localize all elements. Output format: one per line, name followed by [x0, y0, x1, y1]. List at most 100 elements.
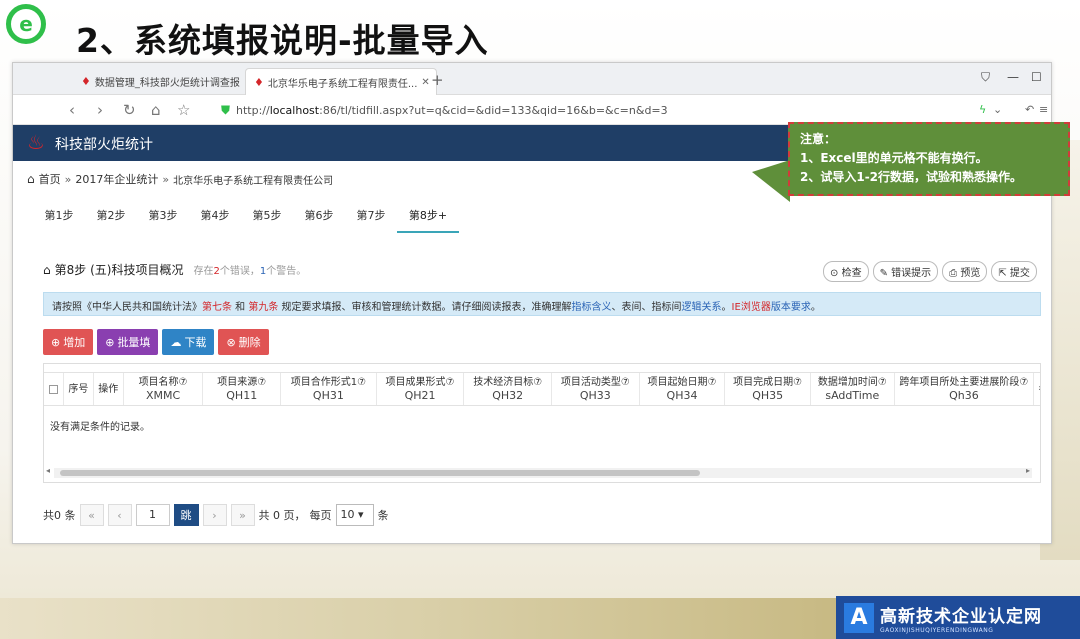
- status-text: 存在2个错误，1个警告。: [193, 266, 307, 277]
- download-button[interactable]: ☁ 下载: [162, 329, 215, 355]
- undo-icon[interactable]: ↶: [1025, 103, 1034, 116]
- slide-title: 2、系统填报说明-批量导入: [76, 21, 489, 60]
- tab-step-5[interactable]: 第5步: [241, 207, 293, 233]
- column-header[interactable]: 项目活动类型⑦ QH33: [552, 373, 640, 405]
- external-icon: ⇱: [998, 268, 1007, 279]
- select-all-checkbox[interactable]: [44, 373, 64, 405]
- chevron-down-icon[interactable]: ⌄: [993, 103, 1002, 116]
- tab-bar: ♦ 数据管理_科技部火炬统计调查报 ♦ 北京华乐电子系统工程有限责任... ✕ …: [13, 63, 1051, 95]
- scroll-left-icon[interactable]: ◂: [46, 466, 50, 475]
- minimize-icon[interactable]: —: [1007, 70, 1019, 84]
- tab-step-1[interactable]: 第1步: [33, 207, 85, 233]
- watermark-name: 高新技术企业认定网: [880, 606, 1042, 627]
- cloud-download-icon: ☁: [170, 335, 182, 349]
- callout-title: 注意：: [800, 132, 837, 146]
- batch-fill-button[interactable]: ⊕ 批量填: [97, 329, 159, 355]
- go-button[interactable]: 跳: [173, 504, 199, 526]
- home-icon: ⌂: [43, 262, 51, 277]
- column-header[interactable]: 项目完成日期⑦ QH35: [725, 373, 811, 405]
- error-tip-button[interactable]: ✎ 错误提示: [872, 261, 939, 282]
- address-bar[interactable]: ⛊ http://localhost:86/tl/tidfill.aspx?ut…: [221, 99, 973, 121]
- new-tab-button[interactable]: +: [431, 71, 444, 89]
- next-page-button[interactable]: ›: [202, 504, 227, 526]
- submit-button[interactable]: ⇱ 提交: [991, 261, 1037, 282]
- home-icon: ⌂: [27, 172, 35, 186]
- horizontal-scrollbar[interactable]: ◂ ▸: [46, 466, 1032, 478]
- forward-icon[interactable]: ›: [97, 101, 103, 119]
- column-header[interactable]: 技术经济目标⑦ QH32: [464, 373, 553, 405]
- step-tabs: 第1步 第2步 第3步 第4步 第5步 第6步 第7步 第8步+: [33, 207, 459, 233]
- total-pages: 共 0 页，: [258, 509, 306, 522]
- link-logic[interactable]: 逻辑关系: [682, 302, 722, 313]
- remove-icon: ⊗: [226, 335, 236, 349]
- check-icon: ⊙: [830, 268, 839, 279]
- reload-icon[interactable]: ↻: [123, 101, 136, 119]
- delete-button[interactable]: ⊗ 删除: [218, 329, 269, 355]
- breadcrumb-year[interactable]: 2017年企业统计: [75, 171, 158, 187]
- tab-label: 北京华乐电子系统工程有限责任...: [267, 78, 418, 90]
- per-page-label: 每页: [309, 509, 332, 522]
- scroll-right-icon[interactable]: ▸: [1026, 466, 1030, 475]
- tab-step-8[interactable]: 第8步+: [397, 207, 459, 233]
- flame-icon: ♦: [81, 75, 91, 88]
- back-icon[interactable]: ‹: [69, 101, 75, 119]
- logo-a-icon: A: [844, 602, 874, 633]
- link-version[interactable]: 版本要求: [771, 302, 811, 313]
- column-header[interactable]: 项目来源⑦ QH11: [203, 373, 282, 405]
- breadcrumb-home[interactable]: 首页: [39, 171, 61, 187]
- column-header[interactable]: 参加: [1034, 373, 1040, 405]
- column-header[interactable]: 项目名称⑦ XMMC: [124, 373, 204, 405]
- link-ie[interactable]: IE浏览器: [732, 302, 771, 313]
- last-page-button[interactable]: »: [230, 504, 255, 526]
- first-page-button[interactable]: «: [79, 504, 104, 526]
- shield-icon: ⛊: [221, 102, 231, 117]
- tab-company-fill[interactable]: ♦ 北京华乐电子系统工程有限责任... ✕: [245, 68, 437, 95]
- tab-label: 数据管理_科技部火炬统计调查报: [94, 78, 240, 89]
- shirt-icon[interactable]: ⛉: [981, 70, 990, 85]
- star-icon[interactable]: ☆: [177, 101, 190, 119]
- breadcrumb: ⌂ 首页 » 2017年企业统计 » 北京华乐电子系统工程有限责任公司: [27, 171, 334, 187]
- tab-step-3[interactable]: 第3步: [137, 207, 189, 233]
- watermark-logo: A 高新技术企业认定网 GAOXINJISHUQIYERENDINGWANG: [836, 596, 1080, 639]
- browser-logo-icon: e: [6, 4, 46, 44]
- tab-step-2[interactable]: 第2步: [85, 207, 137, 233]
- column-header: 操作: [94, 373, 124, 405]
- scroll-thumb[interactable]: [60, 470, 700, 476]
- tab-step-7[interactable]: 第7步: [345, 207, 397, 233]
- column-header[interactable]: 项目起始日期⑦ QH34: [640, 373, 726, 405]
- breadcrumb-company: 北京华乐电子系统工程有限责任公司: [173, 175, 334, 187]
- column-header[interactable]: 项目合作形式1⑦ QH31: [281, 373, 377, 405]
- link-indicator-meaning[interactable]: 指标含义: [572, 302, 612, 313]
- tab-data-management[interactable]: ♦ 数据管理_科技部火炬统计调查报: [73, 68, 243, 95]
- table-header: 序号 操作 项目名称⑦ XMMC 项目来源⑦ QH11 项目合作形式1⑦ QH31 项…: [44, 372, 1040, 406]
- flame-icon: ♦: [254, 75, 264, 89]
- pagination: 共0 条 « ‹ 1 跳 › » 共 0 页， 每页 10 ▾ 条: [43, 504, 389, 526]
- plus-icon: ⊕: [105, 335, 115, 349]
- column-header[interactable]: 项目成果形式⑦ QH21: [377, 373, 465, 405]
- add-button[interactable]: ⊕ 增加: [43, 329, 94, 355]
- callout-pointer: [752, 160, 790, 202]
- torch-logo-icon: ♨: [27, 130, 45, 154]
- per-page-suffix: 条: [377, 509, 389, 522]
- preview-button[interactable]: ⎙ 预览: [942, 261, 988, 282]
- prev-page-button[interactable]: ‹: [107, 504, 132, 526]
- print-icon: ⎙: [949, 268, 958, 279]
- callout-note: 注意： 1、Excel里的单元格不能有换行。 2、试导入1-2行数据，试验和熟悉…: [788, 122, 1070, 196]
- column-header[interactable]: 跨年项目所处主要进展阶段⑦ Qh36: [895, 373, 1035, 405]
- bolt-icon[interactable]: ϟ: [979, 103, 986, 116]
- page-number-input[interactable]: 1: [135, 504, 170, 526]
- app-title: 科技部火炬统计: [55, 137, 153, 153]
- tab-step-4[interactable]: 第4步: [189, 207, 241, 233]
- maximize-icon[interactable]: ☐: [1031, 70, 1042, 84]
- check-button[interactable]: ⊙ 检查: [823, 261, 869, 282]
- column-header[interactable]: 数据增加时间⑦ sAddTime: [811, 373, 895, 405]
- callout-line-2: 2、试导入1-2行数据，试验和熟悉操作。: [800, 170, 1023, 184]
- per-page-select[interactable]: 10 ▾: [335, 504, 374, 526]
- menu-icon[interactable]: ≡: [1039, 103, 1048, 116]
- plus-icon: ⊕: [51, 335, 61, 349]
- watermark-pinyin: GAOXINJISHUQIYERENDINGWANG: [880, 626, 994, 634]
- home-icon[interactable]: ⌂: [151, 101, 161, 119]
- notice-bar: 请按照《中华人民共和国统计法》第七条 和 第九条 规定要求填报、审核和管理统计数…: [43, 292, 1041, 316]
- tab-step-6[interactable]: 第6步: [293, 207, 345, 233]
- close-icon[interactable]: ✕: [421, 77, 429, 88]
